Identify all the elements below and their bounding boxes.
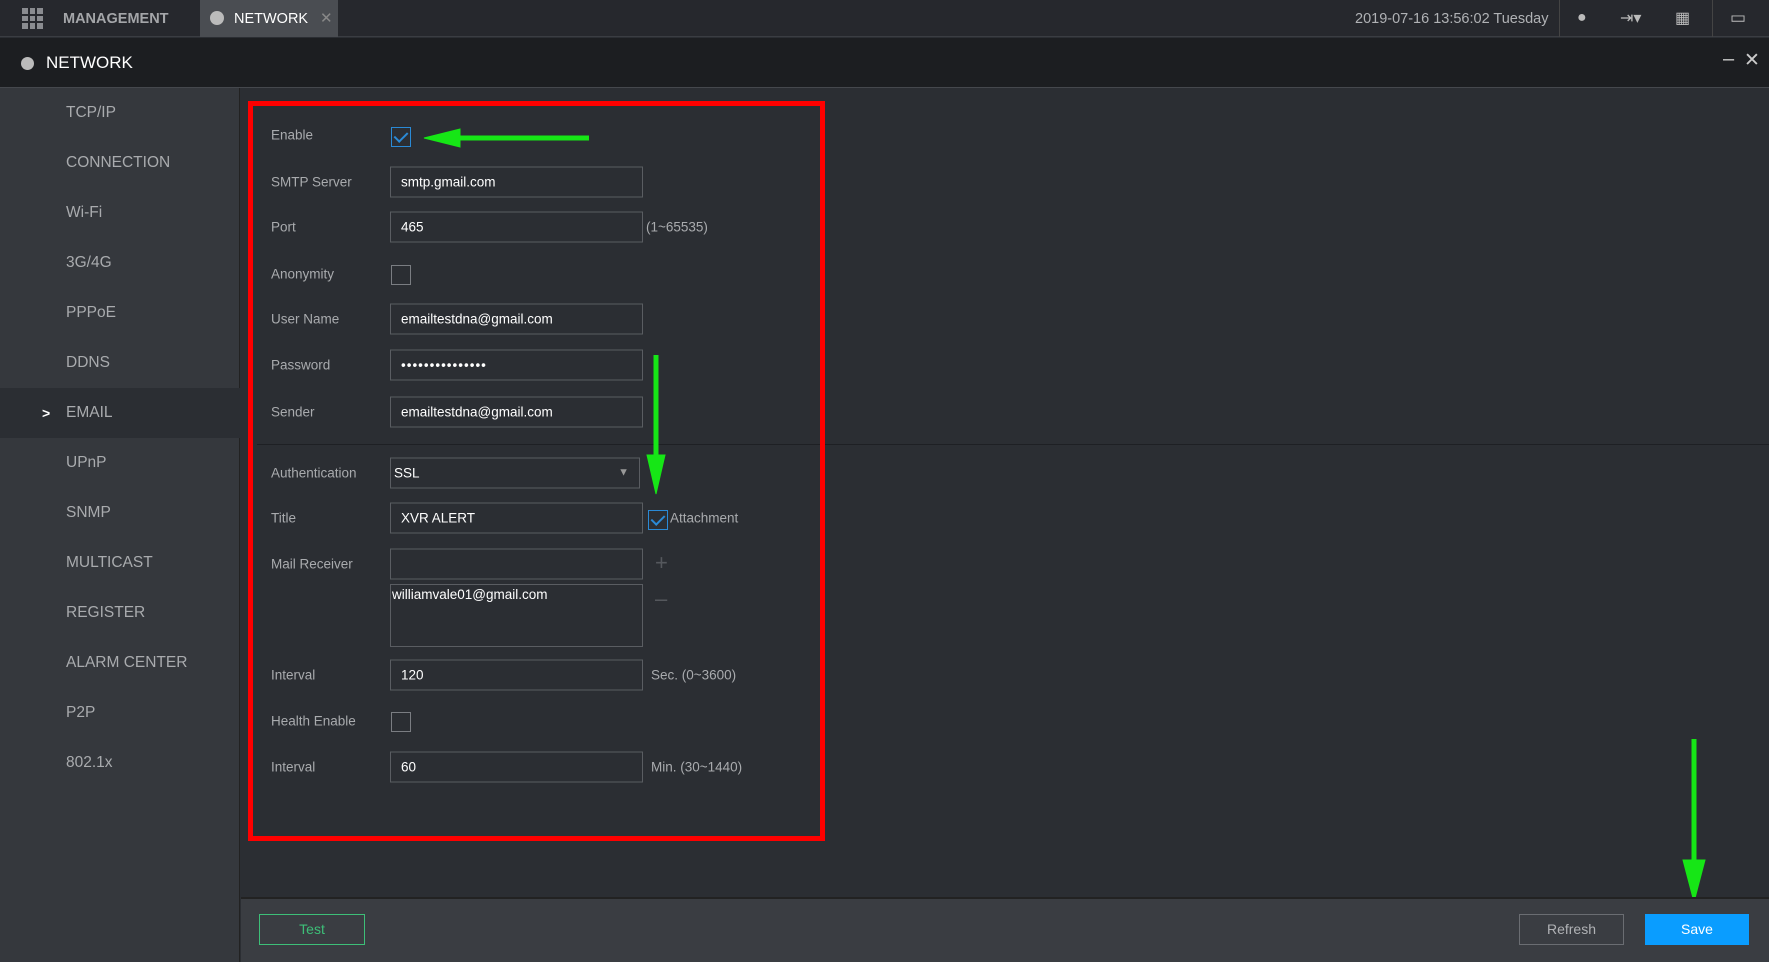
green-arrow-save (1682, 739, 1706, 904)
green-arrow-enable (423, 128, 589, 148)
refresh-button[interactable]: Refresh (1519, 914, 1624, 945)
annotation-arrows (423, 128, 1706, 904)
test-button[interactable]: Test (259, 914, 365, 945)
green-arrow-attachment (646, 355, 666, 495)
save-button[interactable]: Save (1645, 914, 1749, 945)
